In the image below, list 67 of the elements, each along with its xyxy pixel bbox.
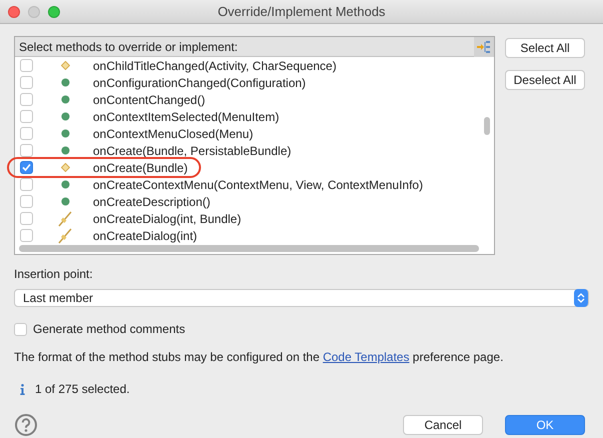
method-label: onCreateDescription() — [93, 194, 210, 210]
minimize-button[interactable] — [28, 6, 40, 18]
dot-icon — [60, 78, 70, 87]
sort-button[interactable] — [474, 36, 494, 56]
method-row[interactable]: onCreateContextMenu(ContextMenu, View, ContextMenuInfo) — [15, 176, 480, 193]
horizontal-scroll-thumb[interactable] — [19, 244, 479, 252]
checkbox[interactable] — [20, 229, 33, 242]
checkbox[interactable] — [20, 76, 33, 89]
method-label: onContextItemSelected(MenuItem) — [93, 108, 280, 126]
checkbox[interactable] — [20, 93, 33, 106]
close-button[interactable] — [8, 6, 20, 18]
checkbox-label: Generate method comments — [33, 321, 186, 338]
side-button[interactable]: Deselect All — [505, 70, 585, 90]
info-icon — [20, 384, 25, 394]
checkbox[interactable] — [20, 110, 33, 123]
cancel-button[interactable]: Cancel — [403, 415, 483, 435]
method-label: onCreate(Bundle) — [93, 160, 188, 176]
help-icon[interactable] — [15, 414, 37, 436]
checkbox[interactable] — [20, 59, 33, 72]
method-row[interactable]: onCreateDescription() — [15, 193, 480, 210]
check-icon — [22, 163, 31, 172]
diamond-icon — [60, 163, 70, 172]
dot-icon — [60, 112, 70, 121]
method-label: onChildTitleChanged(Activity, CharSequence) — [93, 58, 336, 74]
method-label: onCreateDialog(int, Bundle) — [93, 210, 242, 228]
method-row[interactable]: onCreate(Bundle, PersistableBundle) — [15, 142, 480, 159]
checkbox[interactable] — [20, 195, 33, 208]
window-title: Override/Implement Methods — [216, 2, 386, 21]
method-row[interactable]: onContextMenuClosed(Menu) — [15, 125, 480, 142]
dot-icon — [60, 95, 70, 104]
code-templates-link[interactable]: Code Templates — [322, 350, 410, 364]
status-text: 1 of 275 selected. — [35, 381, 130, 398]
list-header: Select methods to override or implement: — [18, 38, 238, 56]
stepper-icon — [574, 289, 588, 307]
method-row[interactable]: onConfigurationChanged(Configuration) — [15, 74, 480, 91]
method-row[interactable]: onCreateDialog(int, Bundle) — [15, 210, 480, 227]
checkbox[interactable] — [20, 212, 33, 225]
dot-icon — [60, 180, 70, 189]
dot-icon — [60, 129, 70, 138]
method-label: onCreateDialog(int) — [93, 228, 198, 244]
method-label: onCreate(Bundle, PersistableBundle) — [93, 142, 292, 160]
method-label: onConfigurationChanged(Configuration) — [93, 74, 306, 92]
checkbox[interactable] — [14, 322, 27, 336]
dot-icon — [60, 197, 70, 206]
dot-icon — [60, 146, 70, 155]
arrow-tree-icon — [477, 40, 491, 52]
method-label: onContentChanged() — [93, 92, 206, 108]
insertion-dropdown[interactable]: Last member — [14, 289, 589, 307]
method-row[interactable]: onContextItemSelected(MenuItem) — [15, 108, 480, 125]
zoom-button[interactable] — [48, 6, 60, 18]
method-label: onContextMenuClosed(Menu) — [93, 126, 254, 142]
checkbox[interactable] — [20, 161, 33, 174]
checkbox[interactable] — [20, 144, 33, 157]
checkbox[interactable] — [20, 127, 33, 140]
diamond-icon — [60, 61, 70, 70]
scroll-thumb[interactable] — [484, 117, 490, 135]
checkbox[interactable] — [20, 178, 33, 191]
insertion-label: Insertion point: — [14, 266, 94, 283]
method-row[interactable]: onCreate(Bundle) — [15, 159, 480, 176]
method-row[interactable]: onCreateDialog(int) — [15, 227, 480, 244]
method-label: onCreateContextMenu(ContextMenu, View, ContextMenuInfo) — [93, 176, 423, 194]
method-row[interactable]: onContentChanged() — [15, 91, 480, 108]
template-note: The format of the method stubs may be configured on the Code Templates preference page. — [14, 349, 504, 366]
side-button[interactable]: Select All — [505, 38, 585, 58]
pin-icon — [57, 210, 73, 226]
method-row[interactable]: onChildTitleChanged(Activity, CharSequence) — [15, 57, 480, 74]
pin-icon — [57, 228, 73, 244]
